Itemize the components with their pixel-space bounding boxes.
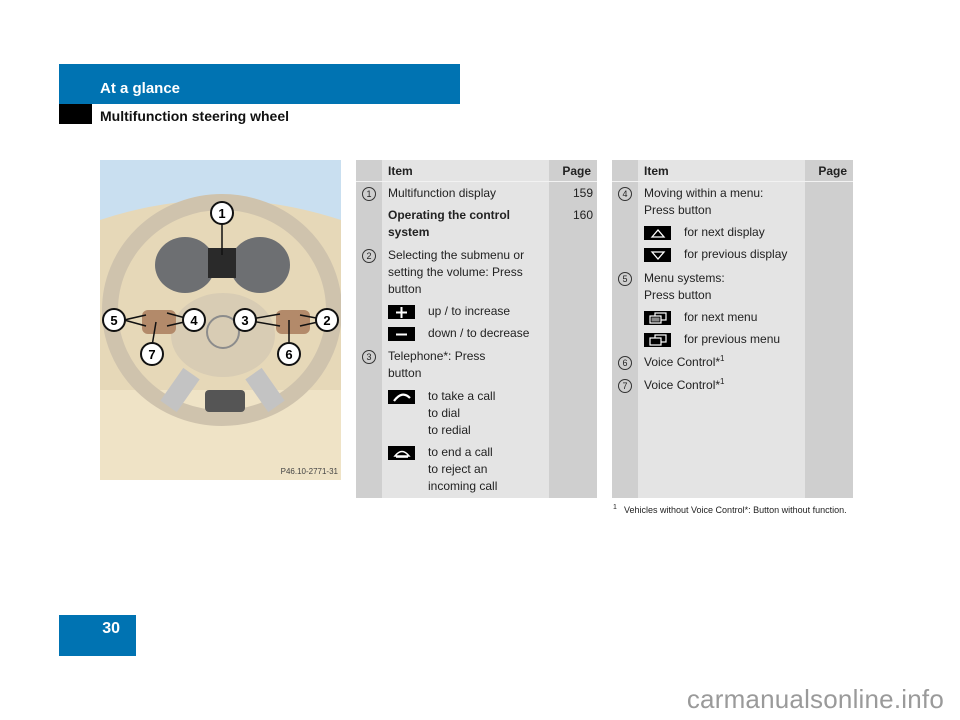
callout-2: 2 (315, 308, 339, 332)
svg-text:4: 4 (190, 313, 198, 328)
callout-7: 7 (140, 342, 164, 366)
table-header: Item Page (356, 160, 597, 182)
item-number: 5 (618, 272, 632, 286)
item-text-label: Voice Control* (644, 378, 721, 392)
item-text: Selecting the submenu or setting the vol… (388, 248, 525, 296)
column-number-bg (612, 160, 638, 498)
button-label: down / to decrease (428, 326, 530, 340)
button-label: for next menu (684, 310, 758, 324)
footnote-text: Vehicles without Voice Control*: Button … (624, 505, 847, 515)
item-text: Moving within a menu: Press button (644, 186, 764, 217)
item-number: 7 (618, 379, 632, 393)
next-menu-icon (644, 311, 671, 325)
svg-text:2: 2 (323, 313, 330, 328)
svg-text:3: 3 (241, 313, 248, 328)
subsection-marker (59, 104, 92, 124)
svg-text:6: 6 (285, 347, 292, 362)
plus-icon (388, 305, 415, 319)
page-link[interactable]: 160 (573, 207, 593, 224)
callout-4: 4 (182, 308, 206, 332)
svg-text:7: 7 (148, 347, 155, 362)
item-text: Multifunction display (388, 186, 497, 200)
button-label: up / to increase (428, 304, 511, 318)
steering-wheel-illustration: 1 2 3 4 5 6 7 P46.10-2771-31 (100, 160, 341, 480)
phone-hangup-icon (388, 446, 415, 460)
item-text: Voice Control*1 (644, 354, 804, 371)
arrow-down-icon (644, 248, 671, 262)
column-number-bg (356, 160, 382, 498)
item-text: Operating the control system (388, 208, 511, 239)
subsection-title: Multifunction steering wheel (100, 108, 290, 124)
column-page-bg (805, 160, 853, 498)
button-label: for previous display (684, 247, 788, 261)
minus-icon (388, 327, 415, 341)
header-item: Item (644, 164, 669, 178)
item-text: Menu systems: Press button (644, 271, 725, 302)
item-number: 6 (618, 356, 632, 370)
header-page: Page (818, 164, 847, 178)
illustration-code: P46.10-2771-31 (280, 467, 338, 476)
callout-5: 5 (102, 308, 126, 332)
button-label: to end a call to reject an incoming call (428, 445, 498, 493)
footnote-ref[interactable]: 1 (720, 354, 724, 363)
footnote-mark: 1 (613, 504, 617, 511)
section-title: At a glance (100, 80, 181, 97)
watermark: carmanualsonline.info (686, 684, 944, 714)
item-text: Telephone*: Press button (388, 349, 486, 380)
item-number: 3 (362, 350, 376, 364)
table-right: Item Page 4 Moving within a menu: Press … (612, 160, 853, 498)
table-left: Item Page 1 Multifunction display 159 Op… (356, 160, 597, 498)
item-number: 4 (618, 187, 632, 201)
button-label: for next display (684, 225, 765, 239)
callout-1: 1 (210, 201, 234, 225)
header-page: Page (562, 164, 591, 178)
callout-6: 6 (277, 342, 301, 366)
item-text: Voice Control*1 (644, 377, 804, 394)
header-item: Item (388, 164, 413, 178)
steering-wheel-drawing: 1 2 3 4 5 6 7 (100, 160, 341, 480)
svg-text:1: 1 (218, 206, 225, 221)
item-text-label: Voice Control* (644, 355, 721, 369)
page-link[interactable]: 159 (573, 185, 593, 202)
item-number: 1 (362, 187, 376, 201)
table-header: Item Page (612, 160, 853, 182)
footnote-ref[interactable]: 1 (720, 377, 724, 386)
callout-3: 3 (233, 308, 257, 332)
svg-text:5: 5 (110, 313, 117, 328)
arrow-up-icon (644, 226, 671, 240)
previous-menu-icon (644, 333, 671, 347)
item-number: 2 (362, 249, 376, 263)
button-label: to take a call to dial to redial (428, 389, 496, 437)
page-number: 30 (59, 615, 136, 656)
phone-pickup-icon (388, 390, 415, 404)
button-label: for previous menu (684, 332, 781, 346)
